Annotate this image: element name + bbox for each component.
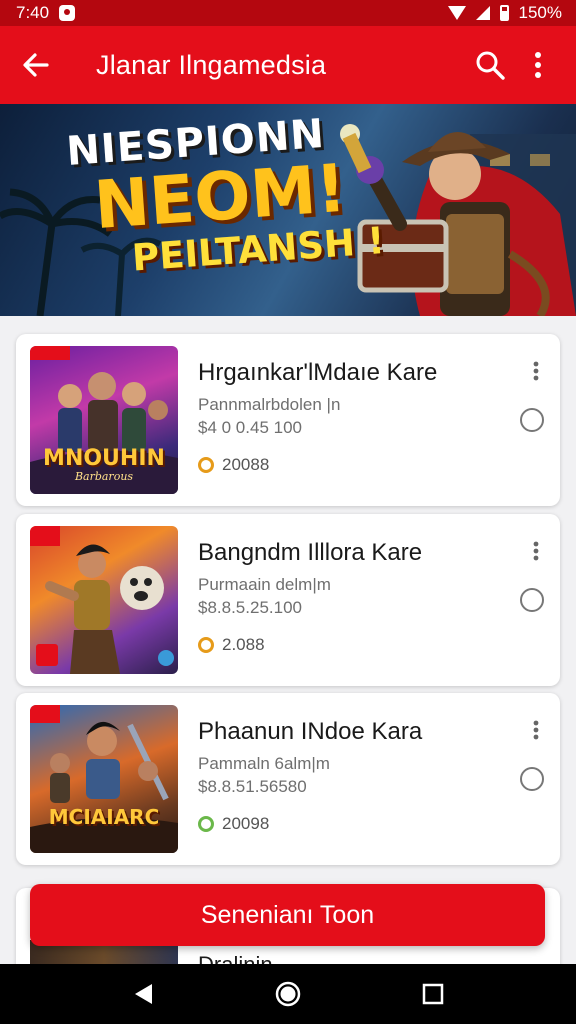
more-vertical-icon bbox=[533, 361, 539, 381]
game-card[interactable]: MCIAIARC Phaanun INdoe Kara Pammaln 6alm… bbox=[16, 693, 560, 865]
status-right: 150% bbox=[447, 3, 562, 23]
coin-value: 20088 bbox=[222, 455, 270, 474]
overflow-menu-button[interactable] bbox=[514, 41, 562, 89]
game-card[interactable]: MNOUHIN Barbarous Hrgaınkar'lMdaıe Kare … bbox=[16, 334, 560, 506]
game-price: $8.8.51.56580 bbox=[198, 777, 307, 796]
coin-icon bbox=[198, 816, 214, 832]
select-radio[interactable] bbox=[520, 588, 544, 612]
more-vertical-icon bbox=[533, 541, 539, 561]
system-navigation-bar bbox=[0, 964, 576, 1024]
primary-action-button[interactable]: Senenianı Toon bbox=[30, 884, 545, 946]
coin-count: 20098 bbox=[198, 814, 269, 834]
home-circle-icon bbox=[275, 981, 301, 1007]
coin-count: 2.088 bbox=[198, 635, 265, 655]
status-bar: 7:40 150% bbox=[0, 0, 576, 26]
thumbnail-logo: MNOUHIN bbox=[43, 446, 165, 471]
game-price: $8.8.5.25.100 bbox=[198, 598, 302, 617]
coin-icon bbox=[198, 637, 214, 653]
select-radio[interactable] bbox=[520, 408, 544, 432]
thumbnail-logo: MCIAIARC bbox=[48, 805, 160, 829]
game-price: $4 0 0.45 100 bbox=[198, 418, 302, 437]
game-subtitle: Pannmalrbdolen |n bbox=[198, 395, 341, 414]
app-title: Jlanar Ilngamedsia bbox=[96, 49, 327, 80]
game-thumbnail[interactable] bbox=[30, 526, 178, 674]
back-button[interactable] bbox=[14, 43, 58, 87]
card-more-button[interactable] bbox=[524, 538, 548, 564]
more-vertical-icon bbox=[535, 52, 541, 78]
game-title: Phaanun INdoe Kara bbox=[198, 718, 423, 745]
game-card[interactable]: Bangndm Illlora Kare Purmaain delm|m $8.… bbox=[16, 514, 560, 686]
game-title: Hrgaınkar'lMdaıe Kare bbox=[198, 359, 438, 386]
status-left: 7:40 bbox=[16, 3, 76, 23]
coin-icon bbox=[198, 457, 214, 473]
thumbnail-art bbox=[30, 705, 178, 853]
thumbnail-subtitle: Barbarous bbox=[74, 470, 134, 483]
nav-recents-button[interactable] bbox=[409, 970, 457, 1018]
battery-icon bbox=[499, 5, 509, 21]
banner-headline: NIESPIONN NEOM! PEILTANSH ! bbox=[65, 107, 386, 283]
status-time: 7:40 bbox=[16, 3, 50, 22]
coin-value: 20098 bbox=[222, 814, 270, 833]
back-triangle-icon bbox=[134, 984, 152, 1004]
nav-back-button[interactable] bbox=[119, 970, 167, 1018]
coin-value: 2.088 bbox=[222, 635, 265, 654]
card-more-button[interactable] bbox=[524, 717, 548, 743]
game-thumbnail[interactable]: MCIAIARC bbox=[30, 705, 178, 853]
wifi-icon bbox=[447, 6, 466, 20]
game-subtitle: Pammaln 6alm|m bbox=[198, 754, 330, 773]
game-thumbnail[interactable]: MNOUHIN Barbarous bbox=[30, 346, 178, 494]
thumbnail-art bbox=[30, 526, 174, 674]
nav-home-button[interactable] bbox=[264, 970, 312, 1018]
search-button[interactable] bbox=[466, 41, 514, 89]
coin-count: 20088 bbox=[198, 455, 269, 475]
search-icon bbox=[476, 51, 505, 80]
promo-banner[interactable]: NIESPIONN NEOM! PEILTANSH ! bbox=[0, 104, 576, 316]
game-subtitle: Purmaain delm|m bbox=[198, 575, 331, 594]
notification-icon bbox=[59, 5, 76, 21]
game-title: Bangndm Illlora Kare bbox=[198, 539, 423, 566]
back-arrow-icon bbox=[23, 53, 49, 77]
app-bar: Jlanar Ilngamedsia bbox=[0, 26, 576, 104]
signal-icon bbox=[475, 6, 490, 20]
recents-square-icon bbox=[423, 983, 444, 1005]
battery-level: 150% bbox=[518, 3, 562, 22]
card-more-button[interactable] bbox=[524, 358, 548, 384]
select-radio[interactable] bbox=[520, 767, 544, 791]
more-vertical-icon bbox=[533, 720, 539, 740]
